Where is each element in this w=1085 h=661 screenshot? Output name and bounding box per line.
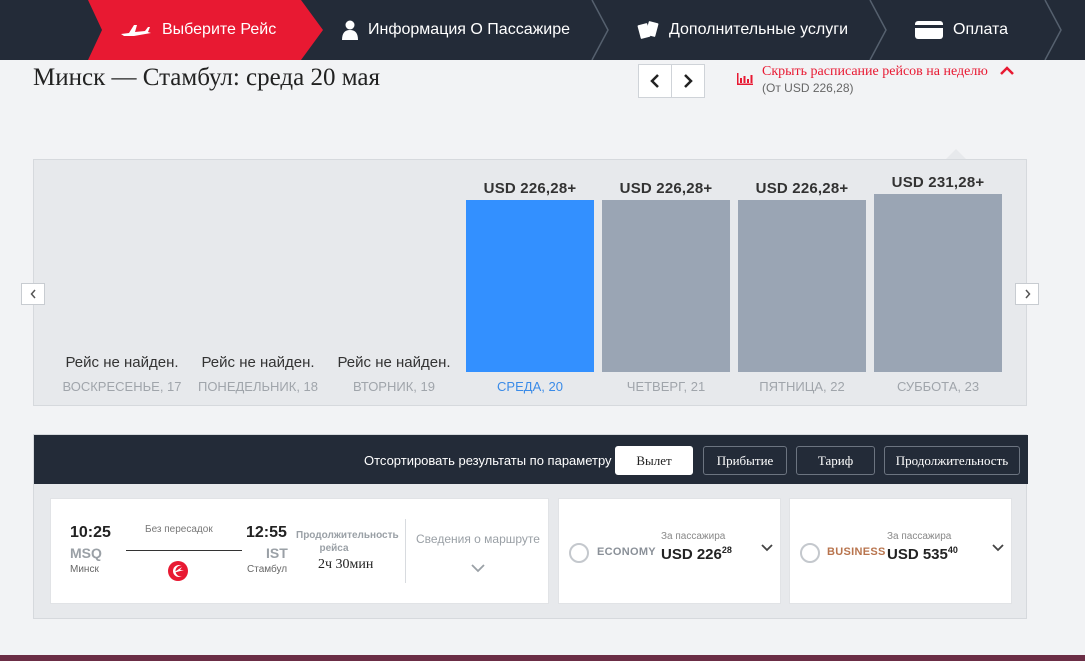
day-date: , 20 bbox=[541, 379, 563, 394]
day-date: , 23 bbox=[957, 379, 980, 394]
per-passenger-label: За пассажира bbox=[887, 531, 952, 542]
chevron-down-icon[interactable] bbox=[471, 564, 485, 573]
day-label: СРЕДА, 20 bbox=[466, 379, 594, 394]
bar-price-label: USD 226,28+ bbox=[483, 180, 577, 197]
bar-price-label: USD 226,28+ bbox=[755, 180, 849, 197]
day-name: СУББОТА bbox=[896, 379, 958, 394]
airline-logo-icon bbox=[168, 561, 188, 586]
fare-radio[interactable] bbox=[569, 543, 589, 563]
day-name: ВТОРНИК bbox=[353, 379, 414, 394]
arrival-city: Стамбул bbox=[247, 564, 288, 575]
price-bar[interactable] bbox=[466, 200, 594, 372]
price-bar[interactable] bbox=[874, 194, 1002, 372]
sort-departure-button[interactable]: Вылет bbox=[615, 446, 693, 475]
day-date: , 17 bbox=[159, 379, 182, 394]
chevron-up-icon bbox=[1000, 66, 1014, 75]
sort-fare-button[interactable]: Тариф bbox=[796, 446, 875, 475]
duration-label: Продолжительность рейса bbox=[296, 530, 399, 554]
day-date: , 22 bbox=[823, 379, 845, 394]
day-name: СРЕДА bbox=[497, 379, 542, 394]
day-date: , 21 bbox=[683, 379, 706, 394]
fare-price: USD 53540 bbox=[887, 545, 958, 563]
chevron-right-icon bbox=[1024, 289, 1030, 299]
route-line bbox=[126, 550, 242, 551]
fare-economy-card[interactable]: ECONOMY За пассажира USD 22628 bbox=[558, 498, 781, 604]
day-label: ВТОРНИК, 19 bbox=[330, 379, 458, 394]
no-flight-label: Рейс не найден. bbox=[337, 354, 451, 371]
day-date: , 18 bbox=[296, 379, 319, 394]
day-date: , 19 bbox=[413, 379, 435, 394]
chart-next-week-button[interactable] bbox=[1015, 283, 1039, 305]
departure-city: Минск bbox=[70, 564, 99, 575]
duration-value: 2ч 30мин bbox=[318, 557, 374, 572]
day-name: ВОСКРЕСЕНЬЕ bbox=[62, 379, 160, 394]
flight-card[interactable]: 10:25 MSQ Минск Без пересадок 12:55 IST … bbox=[50, 498, 549, 604]
sort-bar: Отсортировать результаты по параметру Вы… bbox=[34, 435, 1028, 484]
no-flight-label: Рейс не найден. bbox=[201, 354, 315, 371]
day-label: ПЯТНИЦА, 22 bbox=[738, 379, 866, 394]
chevron-down-icon[interactable] bbox=[992, 544, 1004, 552]
fare-class-label: ECONOMY bbox=[597, 546, 656, 558]
sort-arrival-button[interactable]: Прибытие bbox=[703, 446, 787, 475]
stops-label: Без пересадок bbox=[145, 524, 213, 535]
fare-class-label: BUSINESS bbox=[827, 546, 886, 558]
divider bbox=[405, 519, 406, 583]
bottom-strip bbox=[0, 655, 1085, 661]
price-bar[interactable] bbox=[738, 200, 866, 372]
results-panel: Отсортировать результаты по параметру Вы… bbox=[33, 434, 1028, 619]
no-flight-label: Рейс не найден. bbox=[65, 354, 179, 371]
fare-price: USD 22628 bbox=[661, 545, 732, 563]
departure-code: MSQ bbox=[70, 545, 102, 561]
price-bar[interactable] bbox=[602, 200, 730, 372]
day-name: ЧЕТВЕРГ bbox=[626, 379, 684, 394]
bar-price-label: USD 226,28+ bbox=[619, 180, 713, 197]
arrival-time: 12:55 bbox=[246, 524, 287, 541]
chevron-down-icon[interactable] bbox=[761, 544, 773, 552]
day-label: ЧЕТВЕРГ, 21 bbox=[602, 379, 730, 394]
arrival-code: IST bbox=[266, 545, 288, 561]
day-label: СУББОТА, 23 bbox=[874, 379, 1002, 394]
departure-time: 10:25 bbox=[70, 524, 111, 541]
sort-duration-button[interactable]: Продолжительность bbox=[884, 446, 1020, 475]
day-name: ПЯТНИЦА bbox=[759, 379, 823, 394]
chart-prev-week-button[interactable] bbox=[21, 283, 45, 305]
sort-label: Отсортировать результаты по параметру bbox=[364, 453, 612, 468]
chevron-left-icon bbox=[30, 289, 36, 299]
day-name: ПОНЕДЕЛЬНИК bbox=[197, 379, 297, 394]
step-separator bbox=[1043, 0, 1063, 60]
day-label: ВОСКРЕСЕНЬЕ, 17 bbox=[58, 379, 186, 394]
fare-radio[interactable] bbox=[800, 543, 820, 563]
day-label: ПОНЕДЕЛЬНИК, 18 bbox=[194, 379, 322, 394]
route-details-link[interactable]: Сведения о маршруте bbox=[416, 532, 540, 546]
fare-business-card[interactable]: BUSINESS За пассажира USD 53540 bbox=[789, 498, 1012, 604]
bar-price-label: USD 231,28+ bbox=[891, 174, 985, 191]
per-passenger-label: За пассажира bbox=[661, 531, 726, 542]
